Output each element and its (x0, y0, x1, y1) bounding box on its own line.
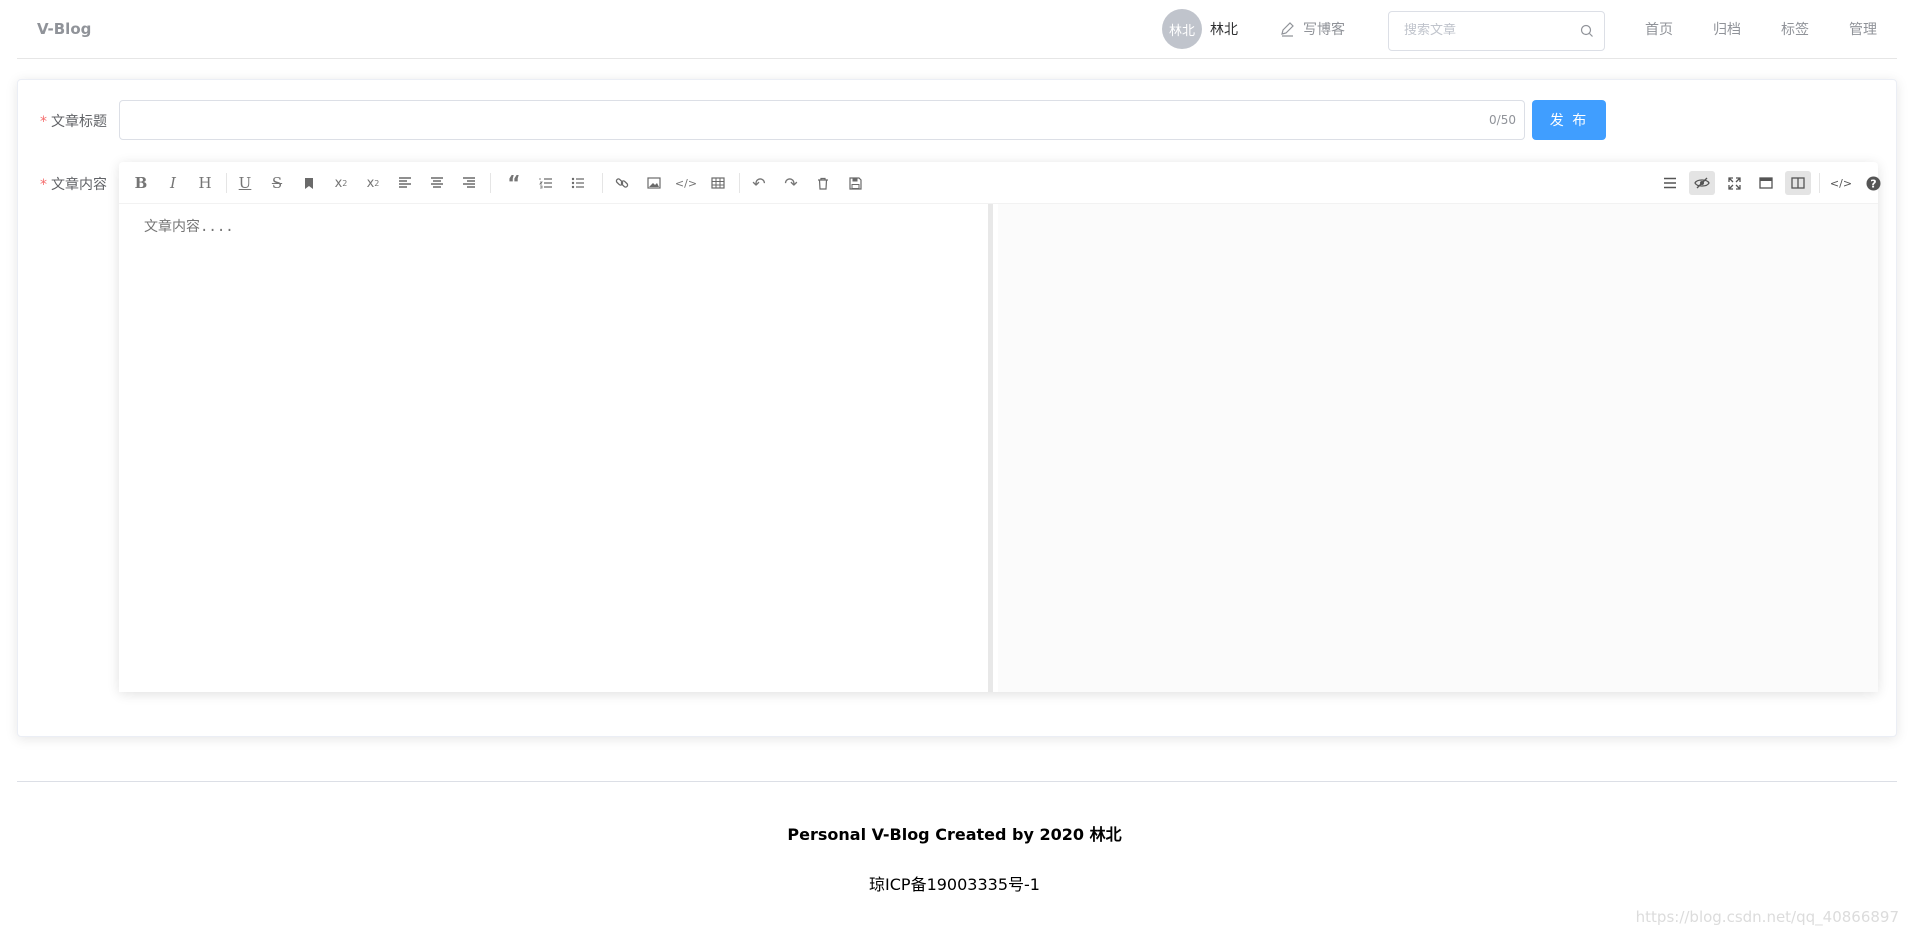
redo-icon[interactable]: ↷ (778, 171, 804, 195)
mark-icon[interactable] (296, 171, 322, 195)
html-code-icon[interactable]: </> (1828, 171, 1854, 195)
search-input[interactable] (1404, 23, 1574, 38)
brand-logo[interactable]: V-Blog (37, 20, 91, 38)
write-blog-label: 写博客 (1303, 22, 1345, 38)
quote-icon[interactable]: “ (501, 171, 527, 195)
publish-button[interactable]: 发 布 (1532, 100, 1606, 140)
content-label: * 文章内容 (40, 177, 107, 193)
save-icon[interactable] (842, 171, 868, 195)
write-blog-link[interactable]: 写博客 (1279, 19, 1345, 39)
unordered-list-icon[interactable] (565, 171, 591, 195)
align-left-icon[interactable] (392, 171, 418, 195)
footer-divider (17, 781, 1897, 782)
user-menu[interactable]: 林北 林北 (1162, 9, 1238, 49)
bold-icon[interactable]: B (128, 171, 154, 195)
footer-copyright: Personal V-Blog Created by 2020 林北 (787, 825, 1122, 844)
title-input[interactable]: 0/50 (119, 100, 1525, 140)
nav-tags[interactable]: 标签 (1781, 19, 1809, 39)
footer-icp-link[interactable]: 琼ICP备19003335号-1 (0, 871, 1909, 895)
align-center-icon[interactable] (424, 171, 450, 195)
title-char-count: 0/50 (1489, 113, 1516, 127)
header-icon[interactable]: H (192, 171, 218, 195)
watermark: https://blog.csdn.net/qq_40866897 (1635, 908, 1899, 926)
code-icon[interactable]: </> (673, 171, 699, 195)
user-name[interactable]: 林北 (1210, 19, 1238, 39)
search-box[interactable] (1388, 11, 1605, 51)
italic-icon[interactable]: I (160, 171, 186, 195)
svg-text:?: ? (1870, 177, 1876, 190)
nav-admin[interactable]: 管理 (1849, 19, 1877, 39)
image-icon[interactable] (641, 171, 667, 195)
underline-icon[interactable]: U (232, 171, 258, 195)
undo-icon[interactable]: ↶ (746, 171, 772, 195)
required-mark: * (40, 114, 47, 130)
search-icon[interactable] (1580, 24, 1594, 38)
markdown-editor: B I H U S x2 x2 “ </> ↶ ↷ </> ? 文章内容.... (119, 162, 1880, 692)
title-label: * 文章标题 (40, 114, 107, 130)
nav-home[interactable]: 首页 (1645, 19, 1673, 39)
preview-toggle-icon[interactable] (1689, 171, 1715, 195)
top-navbar: V-Blog 林北 林北 写博客 首页 归档 标签 管理 (17, 0, 1897, 59)
nav-archive[interactable]: 归档 (1713, 19, 1741, 39)
trash-icon[interactable] (810, 171, 836, 195)
avatar[interactable]: 林北 (1162, 9, 1202, 49)
content-placeholder: 文章内容.... (144, 219, 234, 235)
help-icon[interactable]: ? (1860, 171, 1886, 195)
markdown-input-pane[interactable]: 文章内容.... (119, 204, 993, 692)
fullscreen-icon[interactable] (1721, 171, 1747, 195)
read-mode-icon[interactable] (1753, 171, 1779, 195)
required-mark: * (40, 177, 47, 193)
strikethrough-icon[interactable]: S (264, 171, 290, 195)
post-editor-card: *文章标题 0/50 发 布 *文章内容 B I H U S x2 x2 “ (17, 79, 1897, 737)
table-icon[interactable] (705, 171, 731, 195)
editor-toolbar: B I H U S x2 x2 “ </> ↶ ↷ </> ? (119, 162, 1880, 204)
subscript-icon[interactable]: x2 (360, 171, 386, 195)
preview-pane (998, 204, 1878, 692)
align-right-icon[interactable] (456, 171, 482, 195)
superscript-icon[interactable]: x2 (328, 171, 354, 195)
subfield-icon[interactable] (1785, 171, 1811, 195)
pen-icon (1281, 22, 1294, 37)
link-icon[interactable] (609, 171, 635, 195)
ordered-list-icon[interactable] (533, 171, 559, 195)
navigation-icon[interactable] (1657, 171, 1683, 195)
